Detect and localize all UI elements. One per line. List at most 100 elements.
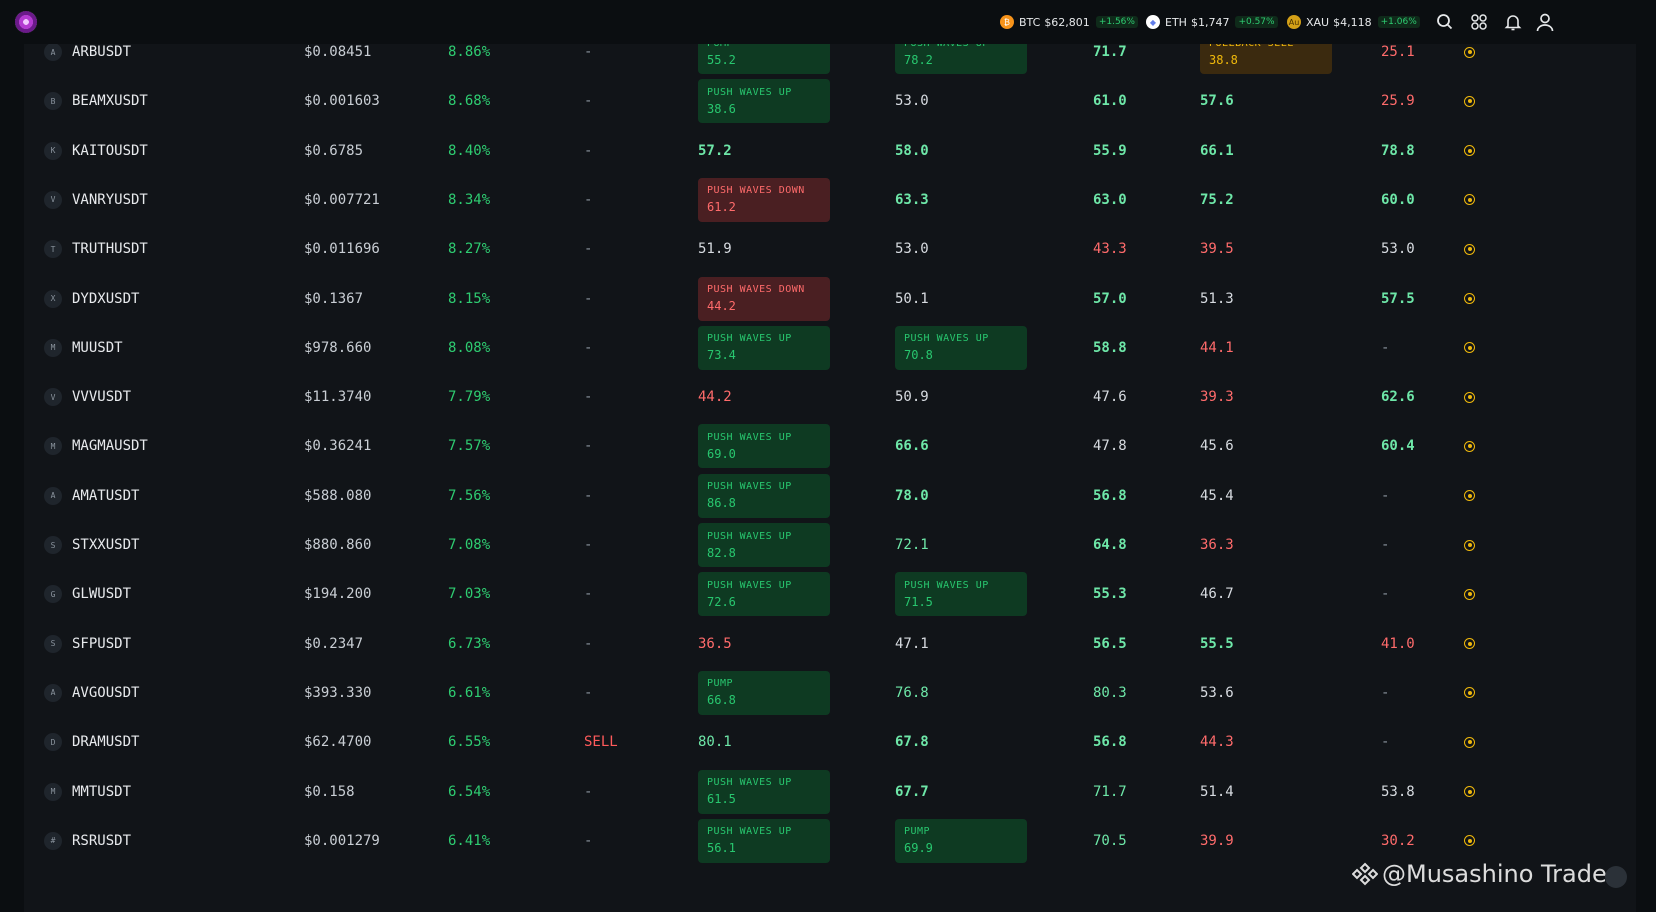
apps-grid-icon[interactable]: [1469, 12, 1489, 32]
floating-action-button[interactable]: [1605, 866, 1627, 888]
price: $978.660: [304, 339, 372, 356]
watch-icon[interactable]: [1464, 786, 1475, 797]
indicator-col-4: 75.2: [1200, 174, 1234, 226]
table-row[interactable]: D DRAMUSDT $62.4700 6.55% SELL 80.1 67.8 56.8 44…: [24, 716, 1636, 768]
signal-tag[interactable]: PUSH WAVES DOWN 44.2: [698, 276, 830, 321]
watch-icon[interactable]: [1464, 835, 1475, 847]
indicator-col-4: 45.6: [1200, 420, 1234, 472]
table-row[interactable]: G GLWUSDT $194.200 7.03% - PUSH WAVES UP 72.6 P…: [24, 568, 1636, 620]
signal: -: [584, 537, 593, 553]
table-row[interactable]: K KAITOUSDT $0.6785 8.40% - 57.2 58.0 55.9 66.1 7…: [24, 125, 1636, 177]
symbol[interactable]: KAITOUSDT: [72, 125, 148, 177]
ticker-eth[interactable]: ◆ ETH $1,747 +0.57%: [1146, 14, 1278, 30]
watch-icon-cell[interactable]: [1464, 223, 1475, 275]
watch-icon-cell[interactable]: [1464, 519, 1475, 571]
watch-icon-cell[interactable]: [1464, 815, 1475, 867]
watch-icon-cell[interactable]: [1464, 766, 1475, 818]
table-row[interactable]: S STXXUSDT $880.860 7.08% - PUSH WAVES UP 82.8…: [24, 519, 1636, 571]
signal-tag[interactable]: PUSH WAVES DOWN 61.2: [698, 177, 830, 222]
symbol[interactable]: MAGMAUSDT: [72, 420, 148, 472]
table-row[interactable]: M MUUSDT $978.660 8.08% - PUSH WAVES UP 73.4 PU…: [24, 322, 1636, 374]
watch-icon-cell[interactable]: [1464, 667, 1475, 719]
symbol[interactable]: MMTUSDT: [72, 766, 131, 818]
watch-icon[interactable]: [1464, 391, 1475, 403]
change-percent: 7.08%: [448, 537, 491, 553]
symbol[interactable]: SFPUSDT: [72, 618, 131, 670]
symbol[interactable]: RSRUSDT: [72, 815, 131, 867]
watch-icon-cell[interactable]: [1464, 618, 1475, 670]
symbol[interactable]: AVGOUSDT: [72, 667, 139, 719]
watch-icon[interactable]: [1464, 194, 1475, 206]
signal-tag[interactable]: PUSH WAVES UP 38.6: [698, 79, 830, 124]
signal-tag[interactable]: PUSH WAVES UP 61.5: [698, 769, 830, 814]
ticker-xau[interactable]: Au XAU $4,118 +1.06%: [1287, 14, 1420, 30]
watch-icon-cell[interactable]: [1464, 273, 1475, 325]
indicator-col-4: 66.1: [1200, 125, 1234, 177]
watch-icon[interactable]: [1464, 687, 1475, 699]
symbol[interactable]: TRUTHUSDT: [72, 223, 148, 275]
watch-icon-cell[interactable]: [1464, 716, 1475, 768]
metric-value: 66.6: [895, 438, 929, 455]
symbol[interactable]: MUUSDT: [72, 322, 123, 374]
watch-icon-cell[interactable]: [1464, 568, 1475, 620]
signal-tag[interactable]: PUSH WAVES UP 72.6: [698, 572, 830, 617]
watch-icon[interactable]: [1464, 588, 1475, 600]
watch-icon[interactable]: [1464, 145, 1475, 157]
signal-tag[interactable]: PUSH WAVES UP 71.5: [895, 572, 1027, 617]
signal-tag[interactable]: PUSH WAVES UP 73.4: [698, 325, 830, 370]
bell-icon[interactable]: [1503, 12, 1523, 32]
signal-tag-value: 56.1: [707, 841, 736, 856]
symbol[interactable]: VANRYUSDT: [72, 174, 148, 226]
symbol[interactable]: DRAMUSDT: [72, 716, 139, 768]
symbol[interactable]: BEAMXUSDT: [72, 75, 148, 127]
watch-icon[interactable]: [1464, 342, 1475, 354]
symbol[interactable]: GLWUSDT: [72, 568, 131, 620]
app-logo-icon[interactable]: [15, 11, 37, 33]
table-row[interactable]: V VVVUSDT $11.3740 7.79% - 44.2 50.9 47.6 39.3 62…: [24, 371, 1636, 423]
watch-icon[interactable]: [1464, 736, 1475, 748]
watch-icon[interactable]: [1464, 440, 1475, 452]
ticker-btc[interactable]: ₿ BTC $62,801 +1.56%: [1000, 14, 1138, 30]
watch-icon-cell[interactable]: [1464, 125, 1475, 177]
watch-icon-cell[interactable]: [1464, 174, 1475, 226]
table-row[interactable]: A AVGOUSDT $393.330 6.61% - PUMP 66.8 76.8 80.3 5…: [24, 667, 1636, 719]
watch-icon-cell[interactable]: [1464, 75, 1475, 127]
metric-value: 60.4: [1381, 438, 1415, 455]
metric-value: 75.2: [1200, 191, 1234, 208]
symbol[interactable]: VVVUSDT: [72, 371, 131, 423]
table-row[interactable]: T TRUTHUSDT $0.011696 8.27% - 51.9 53.0 43.3 39.…: [24, 223, 1636, 275]
symbol[interactable]: STXXUSDT: [72, 519, 139, 571]
watch-icon-cell[interactable]: [1464, 420, 1475, 472]
table-row[interactable]: M MMTUSDT $0.158 6.54% - PUSH WAVES UP 61.5 67.…: [24, 766, 1636, 818]
watch-icon-cell[interactable]: [1464, 371, 1475, 423]
table-row[interactable]: X DYDXUSDT $0.1367 8.15% - PUSH WAVES DOWN 44.…: [24, 273, 1636, 325]
watch-icon[interactable]: [1464, 243, 1475, 255]
symbol[interactable]: DYDXUSDT: [72, 273, 139, 325]
search-icon[interactable]: [1435, 12, 1455, 32]
watch-icon[interactable]: [1464, 638, 1475, 650]
table-row[interactable]: B BEAMXUSDT $0.001603 8.68% - PUSH WAVES UP 38…: [24, 75, 1636, 127]
signal-tag[interactable]: PUSH WAVES UP 56.1: [698, 818, 830, 863]
signal-tag[interactable]: PUMP 66.8: [698, 670, 830, 715]
signal-tag[interactable]: PUSH WAVES UP 70.8: [895, 325, 1027, 370]
watch-icon-cell[interactable]: [1464, 322, 1475, 374]
signal-tag[interactable]: PUMP 69.9: [895, 818, 1027, 863]
watch-icon[interactable]: [1464, 95, 1475, 107]
signal-tag-label: PUSH WAVES UP: [707, 777, 792, 788]
table-row[interactable]: V VANRYUSDT $0.007721 8.34% - PUSH WAVES DOWN…: [24, 174, 1636, 226]
watch-icon[interactable]: [1464, 490, 1475, 502]
watch-icon[interactable]: [1464, 293, 1475, 304]
signal-tag[interactable]: PUSH WAVES UP 69.0: [698, 424, 830, 469]
table-row[interactable]: M MAGMAUSDT $0.36241 7.57% - PUSH WAVES UP 69.…: [24, 420, 1636, 472]
watch-icon[interactable]: [1464, 46, 1475, 58]
signal-tag[interactable]: PUSH WAVES UP 82.8: [698, 523, 830, 567]
symbol[interactable]: AMATUSDT: [72, 470, 139, 522]
table-row[interactable]: A AMATUSDT $588.080 7.56% - PUSH WAVES UP 86.8…: [24, 470, 1636, 522]
watch-icon[interactable]: [1464, 539, 1475, 551]
table-row[interactable]: # RSRUSDT $0.001279 6.41% - PUSH WAVES UP 56.1…: [24, 815, 1636, 867]
table-row[interactable]: S SFPUSDT $0.2347 6.73% - 36.5 47.1 56.5 55.5 41.…: [24, 618, 1636, 670]
signal-tag[interactable]: PUSH WAVES UP 86.8: [698, 473, 830, 518]
user-icon[interactable]: [1535, 12, 1555, 32]
watch-icon-cell[interactable]: [1464, 470, 1475, 522]
signal-tag-label: PUSH WAVES UP: [707, 530, 792, 542]
